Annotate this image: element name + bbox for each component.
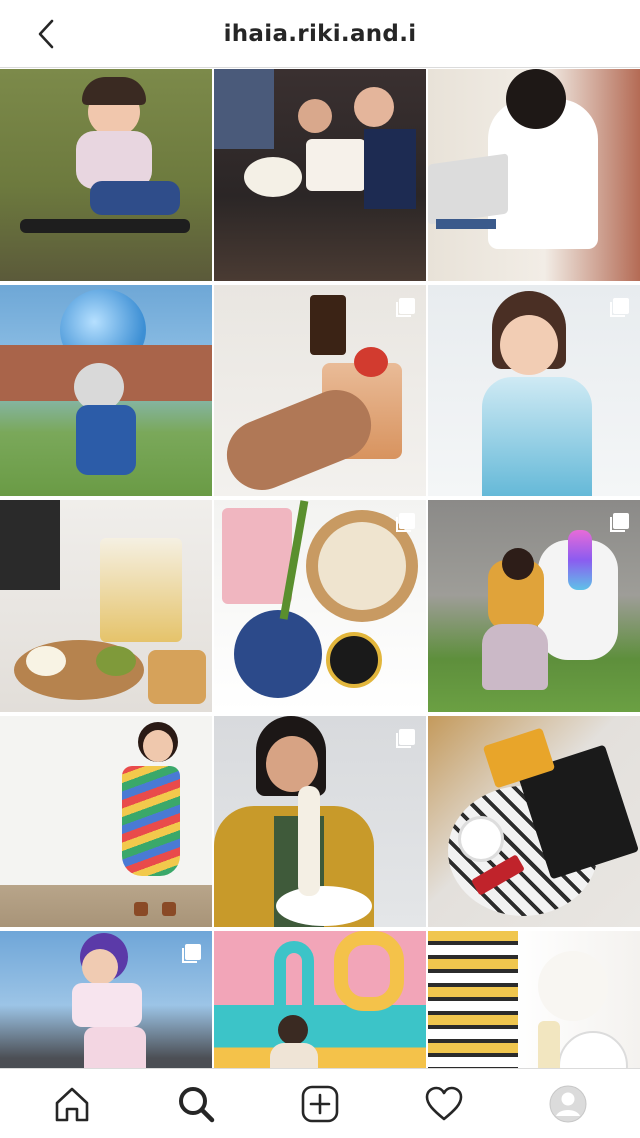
post-thumbnail <box>214 69 426 281</box>
post-tile-girl-zigzag-dress[interactable] <box>0 715 212 928</box>
back-button[interactable] <box>28 16 64 52</box>
post-tile-girl-unicorn[interactable] <box>428 500 640 712</box>
post-tile-coffee-kitkat[interactable] <box>428 715 640 928</box>
post-tile-dumplings[interactable] <box>214 500 426 712</box>
multiple-photos-icon <box>396 728 415 748</box>
top-bar: ihaia.riki.and.i <box>0 0 640 68</box>
post-tile-child-with-globe[interactable] <box>0 284 212 497</box>
post-tile-woman-at-laptop[interactable] <box>428 69 640 281</box>
multiple-photos-icon <box>396 297 415 317</box>
post-tile-birthday-cake[interactable] <box>214 69 426 281</box>
post-tile-girl-on-skateboard[interactable] <box>0 69 212 281</box>
post-thumbnail <box>428 69 640 281</box>
chevron-left-icon <box>38 19 54 49</box>
bottom-tab-bar <box>0 1068 640 1138</box>
post-thumbnail <box>0 715 212 928</box>
post-tile-tortilla-strips[interactable] <box>0 500 212 712</box>
profile-avatar-icon <box>549 1085 587 1122</box>
multiple-photos-icon <box>610 297 629 317</box>
tab-profile[interactable] <box>536 1072 600 1136</box>
post-thumbnail <box>0 284 212 497</box>
tab-search[interactable] <box>164 1072 228 1136</box>
tab-home[interactable] <box>40 1072 104 1136</box>
post-tile-girl-elsa-dress[interactable] <box>428 284 640 497</box>
profile-username-title: ihaia.riki.and.i <box>223 20 417 47</box>
multiple-photos-icon <box>396 513 415 533</box>
post-thumbnail <box>428 715 640 928</box>
tab-activity[interactable] <box>412 1072 476 1136</box>
home-icon <box>55 1087 89 1121</box>
posts-grid <box>0 69 640 1138</box>
heart-icon <box>425 1086 463 1120</box>
post-tile-woman-noodles[interactable] <box>214 715 426 928</box>
post-thumbnail <box>0 500 212 712</box>
search-icon <box>179 1086 215 1122</box>
multiple-photos-icon <box>610 513 629 533</box>
post-tile-cocktail[interactable] <box>214 284 426 497</box>
tab-new-post[interactable] <box>288 1072 352 1136</box>
post-thumbnail <box>0 69 212 281</box>
new-post-icon <box>301 1085 339 1122</box>
multiple-photos-icon <box>182 944 201 964</box>
